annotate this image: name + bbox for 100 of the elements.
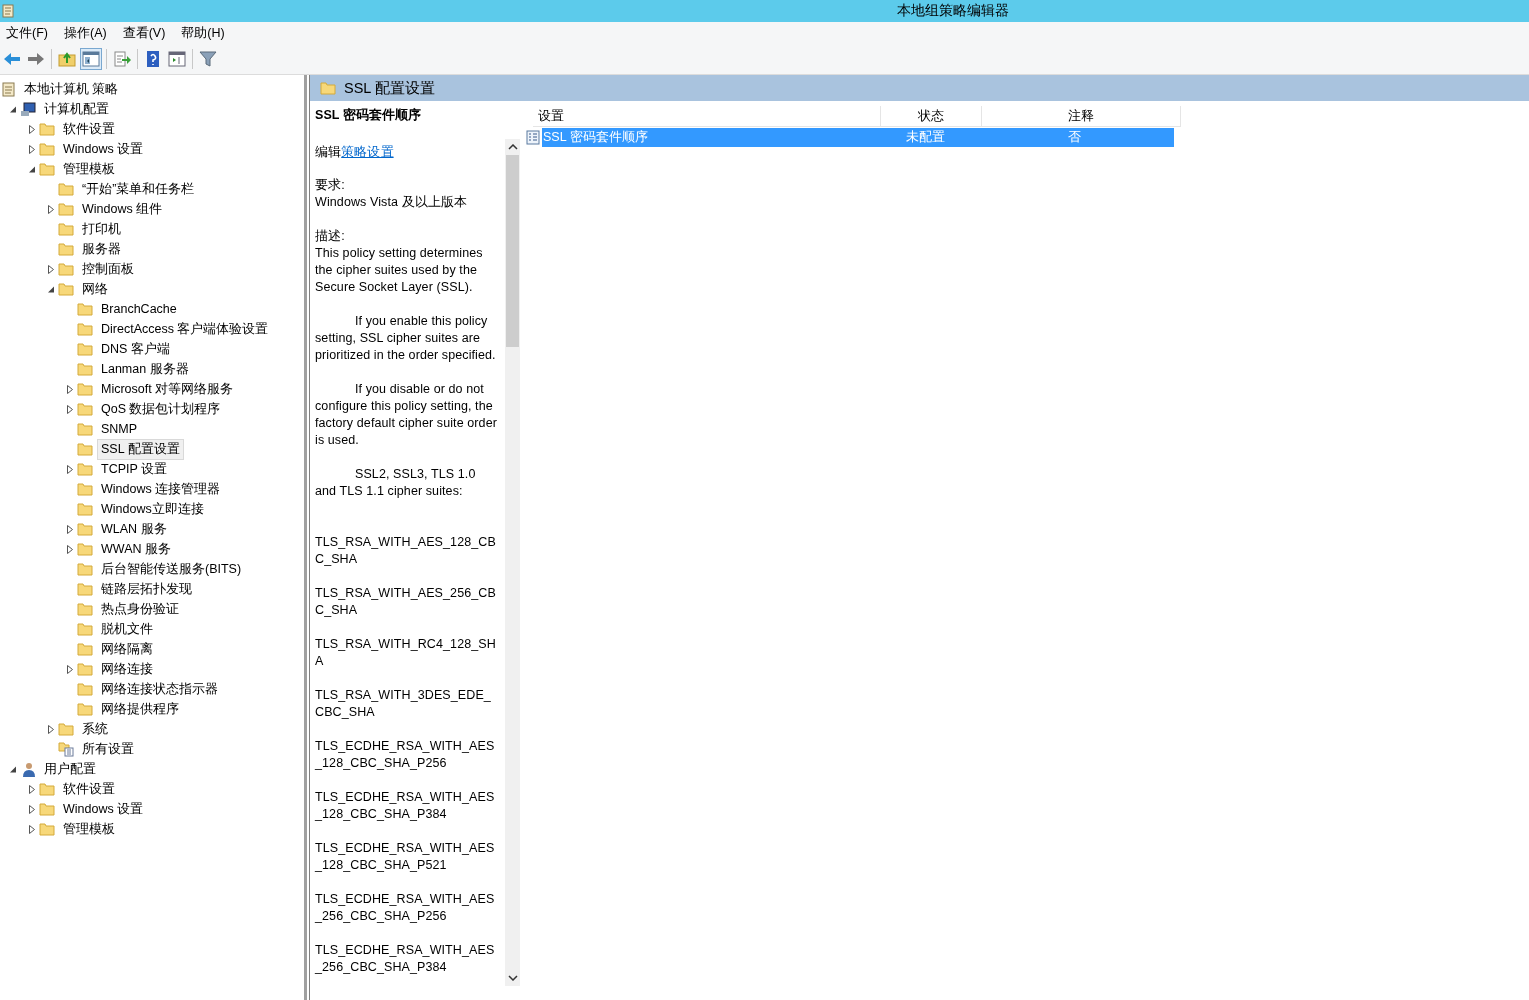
- tree-item[interactable]: 打印机: [78, 218, 125, 240]
- export-button[interactable]: [111, 48, 133, 70]
- folder-icon: [39, 122, 55, 136]
- collapsed-arrow-icon[interactable]: [67, 524, 73, 534]
- policy-document-icon: [2, 4, 14, 18]
- tree-item[interactable]: Windows立即连接: [97, 498, 208, 520]
- expanded-arrow-icon[interactable]: [9, 765, 17, 773]
- menu-item[interactable]: 文件(F): [6, 24, 48, 42]
- description-text: If you disable or do not configure this policy setting, the factory default cipher suite order is used.: [315, 381, 498, 449]
- tree-item[interactable]: 管理模板: [59, 158, 119, 180]
- tree-item[interactable]: WWAN 服务: [97, 538, 175, 560]
- folder-icon: [77, 382, 93, 396]
- collapsed-arrow-icon[interactable]: [48, 724, 54, 734]
- description-text: SSL2, SSL3, TLS 1.0 and TLS 1.1 cipher suites:: [315, 466, 477, 500]
- tree-item[interactable]: 本地计算机 策略: [20, 78, 123, 100]
- tree-item[interactable]: 网络连接: [97, 658, 157, 680]
- column-header[interactable]: 状态: [880, 106, 982, 126]
- collapsed-arrow-icon[interactable]: [67, 384, 73, 394]
- tree-item[interactable]: BranchCache: [97, 300, 181, 318]
- menu-item[interactable]: 查看(V): [122, 24, 166, 42]
- settings-list-icon: [58, 741, 74, 757]
- tree-item[interactable]: DirectAccess 客户端体验设置: [97, 318, 273, 340]
- collapsed-arrow-icon[interactable]: [29, 144, 35, 154]
- column-header[interactable]: 注释: [981, 106, 1181, 126]
- tree-item[interactable]: “开始”菜单和任务栏: [78, 178, 199, 200]
- folder-icon: [58, 722, 74, 736]
- tree-item[interactable]: 网络: [78, 278, 112, 300]
- collapsed-arrow-icon[interactable]: [29, 124, 35, 134]
- tree-item[interactable]: WLAN 服务: [97, 518, 171, 540]
- cipher-suite-text: TLS_RSA_WITH_3DES_EDE_CBC_SHA: [315, 687, 492, 721]
- tree-item[interactable]: 脱机文件: [97, 618, 157, 640]
- menu-item[interactable]: 操作(A): [63, 24, 107, 42]
- collapsed-arrow-icon[interactable]: [67, 544, 73, 554]
- column-header[interactable]: 设置: [533, 106, 881, 126]
- policy-document-icon: [2, 81, 16, 97]
- policy-setting-icon: [526, 129, 540, 145]
- tree-item[interactable]: 网络连接状态指示器: [97, 678, 222, 700]
- collapsed-arrow-icon[interactable]: [67, 464, 73, 474]
- expanded-arrow-icon[interactable]: [9, 105, 17, 113]
- policy-title: SSL 密码套件顺序: [315, 107, 423, 124]
- description-text: If you enable this policy setting, SSL cipher suites are prioritized in the order specified.: [315, 313, 497, 364]
- computer-icon: [20, 101, 36, 117]
- view-button[interactable]: [166, 48, 188, 70]
- policy-settings-link[interactable]: 策略设置: [341, 145, 394, 159]
- folder-icon: [58, 262, 74, 276]
- tree-item[interactable]: Windows 设置: [59, 798, 148, 820]
- description-text: This policy setting determines the cipher suites used by the Secure Socket Layer (SSL).: [315, 245, 484, 296]
- folder-icon: [58, 222, 74, 236]
- table-cell-text: SSL 密码套件顺序: [542, 128, 649, 146]
- folder-icon: [77, 622, 93, 636]
- tree-item[interactable]: 软件设置: [59, 778, 119, 800]
- tree-item[interactable]: Windows 设置: [59, 138, 148, 160]
- collapsed-arrow-icon[interactable]: [67, 664, 73, 674]
- expanded-arrow-icon[interactable]: [28, 165, 36, 173]
- expanded-arrow-icon[interactable]: [47, 285, 55, 293]
- cipher-suite-text: TLS_ECDHE_RSA_WITH_AES_128_CBC_SHA_P256: [315, 738, 496, 772]
- tree-item[interactable]: QoS 数据包计划程序: [97, 398, 225, 420]
- tree-item[interactable]: Microsoft 对等网络服务: [97, 378, 238, 400]
- folder-icon: [77, 662, 93, 676]
- folder-icon: [39, 822, 55, 836]
- folder-icon: [39, 162, 55, 176]
- tree-item[interactable]: 服务器: [78, 238, 125, 260]
- cipher-suite-text: TLS_ECDHE_RSA_WITH_AES_128_CBC_SHA_P521: [315, 840, 496, 874]
- folder-icon: [77, 642, 93, 656]
- tree-item[interactable]: 控制面板: [78, 258, 138, 280]
- tree-item[interactable]: 系统: [78, 718, 112, 740]
- tree-item[interactable]: 网络提供程序: [97, 698, 183, 720]
- tree-item[interactable]: 网络隔离: [97, 638, 157, 660]
- menu-item[interactable]: 帮助(H): [181, 24, 225, 42]
- table-cell-text: 未配置: [904, 128, 946, 146]
- tree-item[interactable]: 链路层拓扑发现: [97, 578, 196, 600]
- tree-item[interactable]: 热点身份验证: [97, 598, 183, 620]
- tree-item[interactable]: 所有设置: [78, 738, 138, 760]
- collapsed-arrow-icon[interactable]: [48, 204, 54, 214]
- tree-item[interactable]: Lanman 服务器: [97, 358, 193, 380]
- collapsed-arrow-icon[interactable]: [29, 824, 35, 834]
- scrollbar[interactable]: [505, 139, 520, 986]
- collapsed-arrow-icon[interactable]: [48, 264, 54, 274]
- tree-item[interactable]: DNS 客户端: [97, 338, 174, 360]
- tree-item[interactable]: 管理模板: [59, 818, 119, 840]
- user-icon: [20, 761, 36, 777]
- collapsed-arrow-icon[interactable]: [29, 804, 35, 814]
- tree-item[interactable]: 软件设置: [59, 118, 119, 140]
- folder-icon: [77, 482, 93, 496]
- tree-item[interactable]: 计算机配置: [40, 98, 113, 120]
- tree-item[interactable]: 用户配置: [40, 758, 100, 780]
- folder-icon: [77, 522, 93, 536]
- section-label: 描述:: [315, 228, 346, 245]
- collapsed-arrow-icon[interactable]: [29, 784, 35, 794]
- tree-item[interactable]: SNMP: [97, 420, 142, 438]
- show-tree-button[interactable]: [80, 48, 102, 70]
- tree-item[interactable]: Windows 连接管理器: [97, 478, 225, 500]
- tree-item[interactable]: SSL 配置设置: [97, 438, 184, 460]
- scrollbar-thumb[interactable]: [506, 155, 519, 347]
- tree-item[interactable]: Windows 组件: [78, 198, 167, 220]
- filter-button[interactable]: [197, 48, 219, 70]
- tree-item[interactable]: TCPIP 设置: [97, 458, 172, 480]
- collapsed-arrow-icon[interactable]: [67, 404, 73, 414]
- folder-icon: [77, 422, 93, 436]
- tree-item[interactable]: 后台智能传送服务(BITS): [97, 558, 246, 580]
